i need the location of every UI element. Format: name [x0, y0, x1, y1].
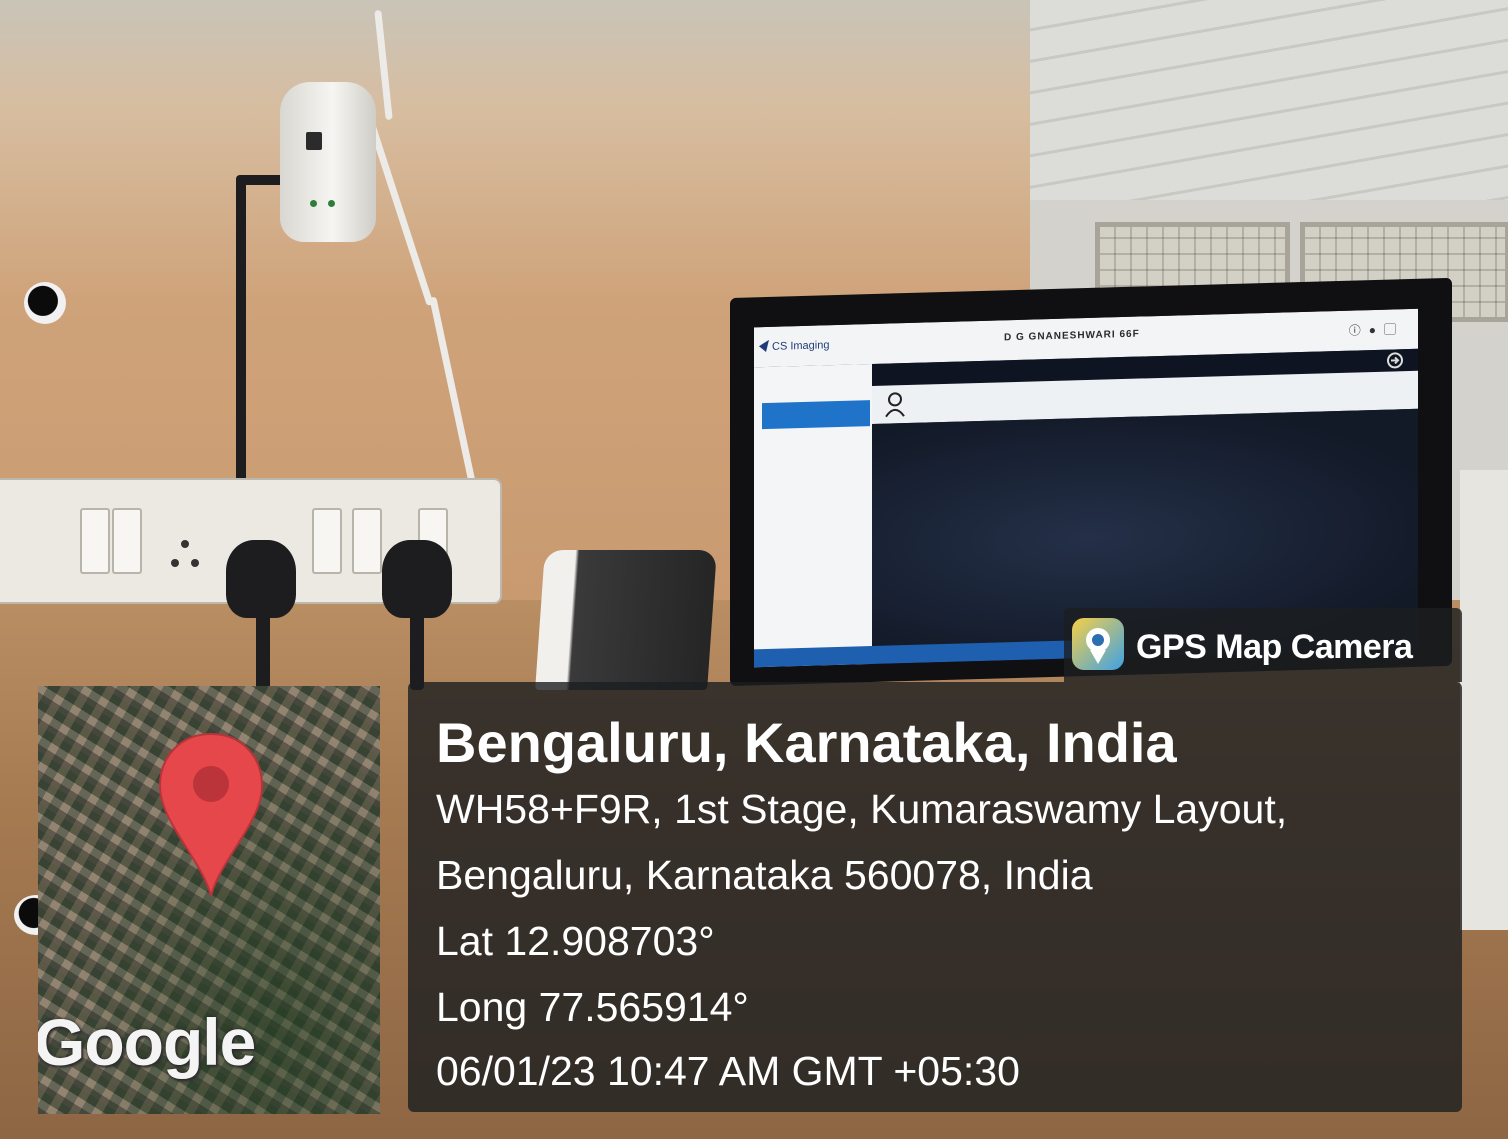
map-pin-icon	[158, 732, 264, 897]
router-light	[328, 200, 335, 207]
app-logo-icon	[759, 339, 769, 352]
screen-selected-patient	[762, 400, 870, 430]
black-cable	[256, 600, 270, 700]
black-cable	[410, 600, 424, 690]
map-thumbnail: Google	[38, 686, 380, 1114]
address-line-1: WH58+F9R, 1st Stage, Kumaraswamy Layout,	[436, 786, 1288, 832]
router-light	[310, 200, 317, 207]
photo-scene: CS Imaging D G GNANESHWARI 66F ⓘ●▢ GPS M…	[0, 0, 1508, 1139]
wifi-extender	[280, 82, 376, 242]
screen-app-name: CS Imaging	[772, 339, 830, 353]
camera-pin-icon	[1086, 628, 1110, 664]
window-controls-icon: ⓘ●▢	[1348, 322, 1404, 338]
gps-map-camera-icon	[1072, 618, 1124, 670]
wall-switch	[112, 508, 142, 574]
location-city: Bengaluru, Karnataka, India	[436, 711, 1177, 774]
google-logo: Google	[38, 1005, 256, 1079]
wall-switch	[352, 508, 382, 574]
socket-icon	[171, 540, 199, 567]
location-info-panel: Bengaluru, Karnataka, India WH58+F9R, 1s…	[408, 682, 1462, 1112]
arrow-circle-icon	[1387, 352, 1403, 369]
cabinet	[1460, 470, 1508, 930]
wall-switch	[312, 508, 342, 574]
tablet-stand	[535, 550, 717, 690]
latitude-readout: Lat 12.908703°	[436, 918, 715, 964]
date-time-stamp: 06/01/23 10:47 AM GMT +05:30	[436, 1048, 1020, 1094]
longitude-readout: Long 77.565914°	[436, 984, 749, 1030]
screen-patient-title: D G GNANESHWARI 66F	[1004, 328, 1140, 344]
wall-switch	[80, 508, 110, 574]
ceiling	[1030, 0, 1508, 230]
router-switch	[306, 132, 322, 150]
wall-hole	[24, 282, 66, 324]
patient-avatar-icon	[885, 392, 905, 418]
gps-map-camera-badge: GPS Map Camera	[1064, 608, 1462, 682]
address-line-2: Bengaluru, Karnataka 560078, India	[436, 852, 1093, 898]
screen-sidebar	[754, 364, 872, 668]
brand-name: GPS Map Camera	[1136, 628, 1413, 666]
